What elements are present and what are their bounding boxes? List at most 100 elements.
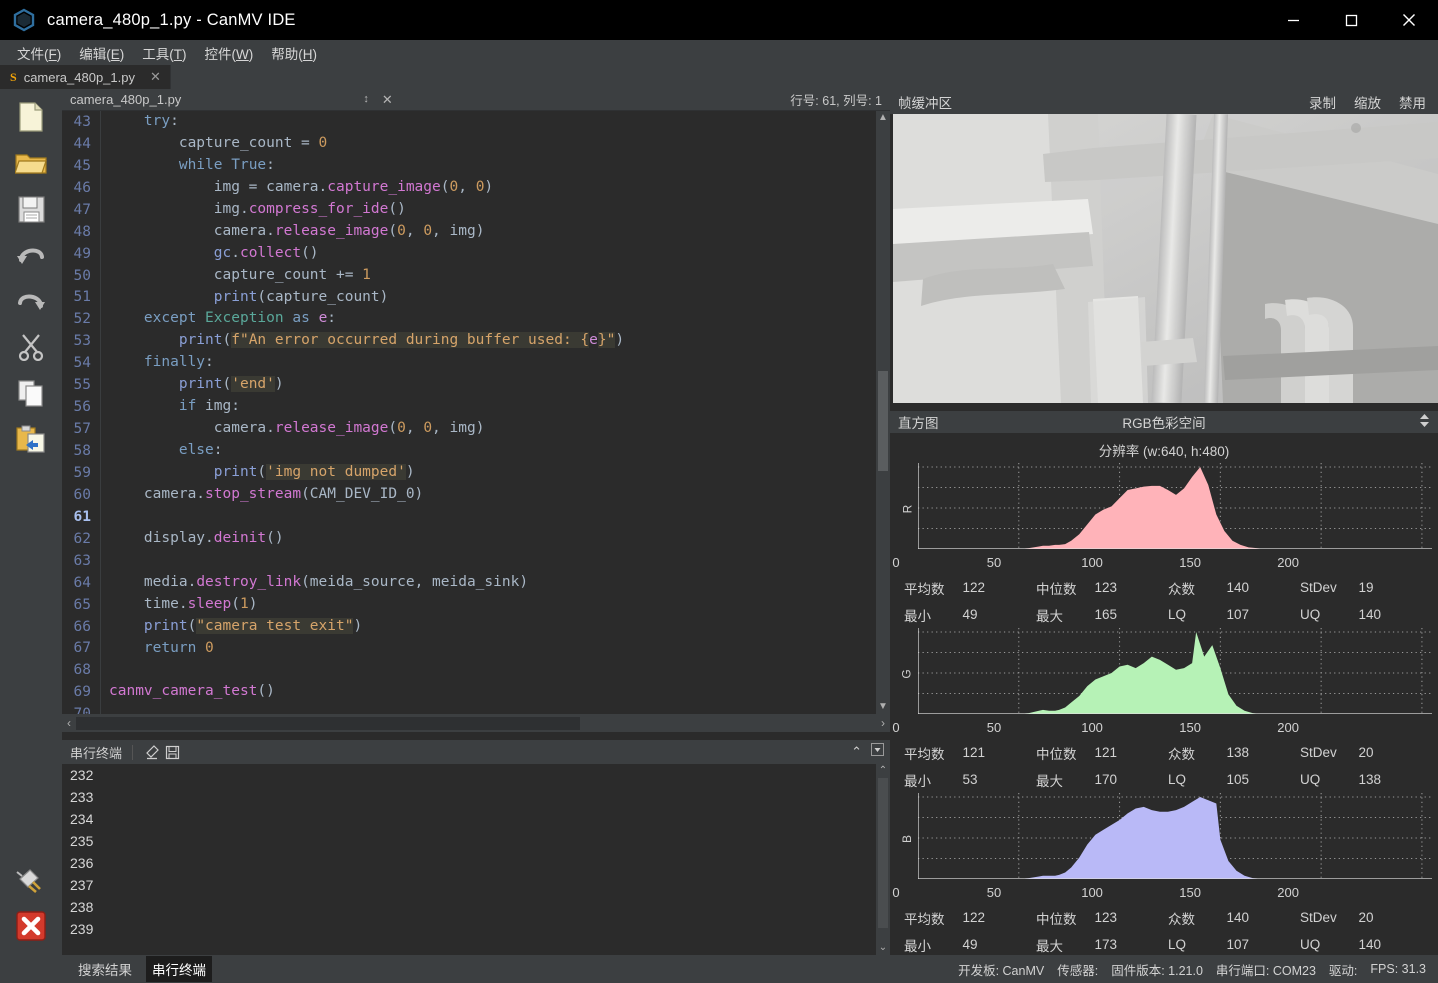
editor-hscroll-left-arrow[interactable]: ‹ xyxy=(62,716,76,730)
close-button[interactable] xyxy=(1380,0,1438,40)
code-line[interactable]: 46 img = camera.capture_image(0, 0) xyxy=(62,177,890,199)
code-text[interactable]: display.deinit() xyxy=(100,528,890,550)
code-text[interactable]: while True: xyxy=(100,155,890,177)
code-line[interactable]: 53 print(f"An error occurred during buff… xyxy=(62,330,890,352)
editor-vertical-scrollbar[interactable]: ▲ ▼ xyxy=(876,111,890,714)
code-text[interactable]: camera.release_image(0, 0, img) xyxy=(100,418,890,440)
terminal-scroll-up-arrow[interactable]: ⌃ xyxy=(876,764,890,778)
code-line[interactable]: 50 capture_count += 1 xyxy=(62,265,890,287)
code-line[interactable]: 69canmv_camera_test() xyxy=(62,681,890,703)
menu-tools[interactable]: 工具(T) xyxy=(133,40,195,66)
clear-terminal-icon[interactable] xyxy=(142,743,162,761)
editor-close-icon[interactable]: ✕ xyxy=(382,92,393,108)
code-text[interactable]: camera.stop_stream(CAM_DEV_ID_0) xyxy=(100,484,890,506)
new-file-icon[interactable] xyxy=(0,94,62,140)
code-text[interactable]: canmv_camera_test() xyxy=(100,681,890,703)
camera-preview-image[interactable] xyxy=(893,114,1438,403)
menu-file[interactable]: 文件(F) xyxy=(8,40,70,66)
maximize-button[interactable] xyxy=(1322,0,1380,40)
redo-icon[interactable] xyxy=(0,278,62,324)
terminal-menu-icon[interactable] xyxy=(871,743,884,761)
code-line[interactable]: 56 if img: xyxy=(62,396,890,418)
minimize-button[interactable] xyxy=(1264,0,1322,40)
stop-script-icon[interactable] xyxy=(0,903,62,949)
bottom-tab[interactable]: 串行终端 xyxy=(146,956,212,982)
code-text[interactable]: gc.collect() xyxy=(100,243,890,265)
code-text[interactable]: return 0 xyxy=(100,638,890,660)
code-text[interactable]: print('end') xyxy=(100,374,890,396)
code-line[interactable]: 57 camera.release_image(0, 0, img) xyxy=(62,418,890,440)
editor-horizontal-scrollbar[interactable]: ‹ › xyxy=(62,714,890,732)
code-line[interactable]: 54 finally: xyxy=(62,352,890,374)
terminal-output[interactable]: 232233234235236237238239 xyxy=(62,764,890,955)
code-text[interactable]: capture_count += 1 xyxy=(100,265,890,287)
code-text[interactable]: if img: xyxy=(100,396,890,418)
terminal-scroll-thumb[interactable] xyxy=(878,778,888,928)
code-text[interactable]: media.destroy_link(meida_source, meida_s… xyxy=(100,572,890,594)
fb-zoom-button[interactable]: 缩放 xyxy=(1354,92,1381,112)
open-folder-icon[interactable] xyxy=(0,140,62,186)
save-icon[interactable] xyxy=(0,186,62,232)
code-line[interactable]: 44 capture_count = 0 xyxy=(62,133,890,155)
editor-scroll-up-arrow[interactable]: ▲ xyxy=(876,111,890,125)
undo-icon[interactable] xyxy=(0,232,62,278)
menu-widgets[interactable]: 控件(W) xyxy=(196,40,263,66)
code-line[interactable]: 51 print(capture_count) xyxy=(62,287,890,309)
editor-hscroll-track[interactable] xyxy=(76,717,876,730)
code-text[interactable]: except Exception as e: xyxy=(100,308,890,330)
code-line[interactable]: 67 return 0 xyxy=(62,638,890,660)
paste-icon[interactable] xyxy=(0,416,62,462)
code-area[interactable]: 43 try:44 capture_count = 045 while True… xyxy=(62,111,890,714)
code-text[interactable]: print(f"An error occurred during buffer … xyxy=(100,330,890,352)
code-text[interactable]: print(capture_count) xyxy=(100,287,890,309)
code-text[interactable]: else: xyxy=(100,440,890,462)
editor-scroll-down-arrow[interactable]: ▼ xyxy=(876,700,890,714)
code-text[interactable]: finally: xyxy=(100,352,890,374)
code-text[interactable] xyxy=(100,506,890,528)
code-line[interactable]: 43 try: xyxy=(62,111,890,133)
code-line[interactable]: 66 print("camera test exit") xyxy=(62,616,890,638)
code-text[interactable] xyxy=(100,659,890,681)
code-text[interactable]: print("camera test exit") xyxy=(100,616,890,638)
cut-icon[interactable] xyxy=(0,324,62,370)
code-line[interactable]: 63 xyxy=(62,550,890,572)
copy-icon[interactable] xyxy=(0,370,62,416)
code-line[interactable]: 65 time.sleep(1) xyxy=(62,594,890,616)
menu-edit[interactable]: 编辑(E) xyxy=(70,40,133,66)
file-tab[interactable]: Scamera_480p_1.py✕ xyxy=(0,65,171,89)
terminal-scroll-down-arrow[interactable]: ⌄ xyxy=(876,941,890,955)
menu-help[interactable]: 帮助(H) xyxy=(262,40,326,66)
editor-hscroll-right-arrow[interactable]: › xyxy=(876,716,890,730)
code-text[interactable]: img = camera.capture_image(0, 0) xyxy=(100,177,890,199)
editor-scroll-thumb[interactable] xyxy=(878,371,888,471)
code-line[interactable]: 58 else: xyxy=(62,440,890,462)
code-line[interactable]: 59 print('img not dumped') xyxy=(62,462,890,484)
file-tab-close-icon[interactable]: ✕ xyxy=(150,69,161,85)
code-line[interactable]: 47 img.compress_for_ide() xyxy=(62,199,890,221)
code-line[interactable]: 68 xyxy=(62,659,890,681)
code-line[interactable]: 61 xyxy=(62,506,890,528)
colorspace-spinner-icon[interactable] xyxy=(1419,413,1430,431)
save-log-icon[interactable] xyxy=(162,743,182,761)
code-line[interactable]: 60 camera.stop_stream(CAM_DEV_ID_0) xyxy=(62,484,890,506)
code-line[interactable]: 49 gc.collect() xyxy=(62,243,890,265)
bottom-tab[interactable]: 搜索结果 xyxy=(72,956,138,982)
code-line[interactable]: 62 display.deinit() xyxy=(62,528,890,550)
code-text[interactable]: try: xyxy=(100,111,890,133)
code-text[interactable]: capture_count = 0 xyxy=(100,133,890,155)
fb-disable-button[interactable]: 禁用 xyxy=(1399,92,1426,112)
code-line[interactable]: 55 print('end') xyxy=(62,374,890,396)
terminal-collapse-icon[interactable]: ⌃ xyxy=(851,744,862,760)
code-text[interactable]: camera.release_image(0, 0, img) xyxy=(100,221,890,243)
connect-plug-icon[interactable] xyxy=(0,857,62,903)
code-text[interactable] xyxy=(100,703,890,714)
code-line[interactable]: 52 except Exception as e: xyxy=(62,308,890,330)
code-line[interactable]: 45 while True: xyxy=(62,155,890,177)
code-text[interactable] xyxy=(100,550,890,572)
code-line[interactable]: 48 camera.release_image(0, 0, img) xyxy=(62,221,890,243)
code-text[interactable]: print('img not dumped') xyxy=(100,462,890,484)
code-text[interactable]: time.sleep(1) xyxy=(100,594,890,616)
code-line[interactable]: 64 media.destroy_link(meida_source, meid… xyxy=(62,572,890,594)
code-text[interactable]: img.compress_for_ide() xyxy=(100,199,890,221)
terminal-vertical-scrollbar[interactable]: ⌃ ⌄ xyxy=(876,764,890,955)
